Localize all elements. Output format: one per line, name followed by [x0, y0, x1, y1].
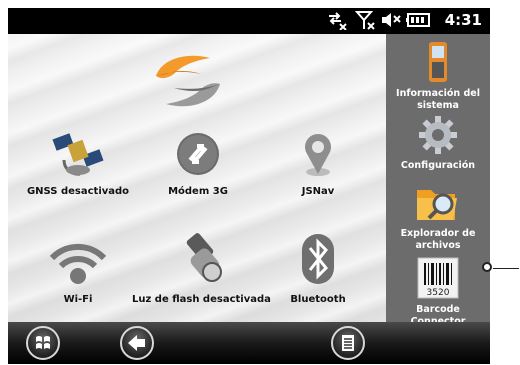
callout-marker — [482, 262, 492, 272]
map-pin-icon — [305, 134, 331, 176]
bluetooth-icon — [302, 234, 334, 284]
app-label: Bluetooth — [290, 294, 346, 305]
app-label: JSNav — [301, 186, 335, 197]
battery-icon[interactable] — [406, 10, 432, 30]
side-item-system-info[interactable]: Información del sistema — [386, 40, 490, 112]
signal-off-icon[interactable] — [355, 10, 375, 30]
side-label-line1: Explorador de — [400, 228, 476, 239]
status-bar: 4:31 — [8, 8, 490, 34]
side-item-barcode-connector[interactable]: 3520 Barcode Connector — [386, 256, 490, 328]
side-label-line2: sistema — [417, 100, 459, 111]
app-logo-icon — [156, 55, 220, 107]
app-wifi[interactable]: Wi-Fi — [23, 234, 133, 305]
modem-3g-icon — [177, 133, 219, 175]
barcode-number: 3520 — [427, 288, 450, 298]
side-item-file-explorer[interactable]: Explorador de archivos — [386, 182, 490, 252]
back-button[interactable] — [120, 326, 154, 360]
taskbar — [8, 322, 490, 364]
barcode-icon: 3520 — [417, 257, 459, 299]
speaker-muted-icon[interactable] — [380, 10, 402, 30]
app-modem-3g[interactable]: Módem 3G — [143, 130, 253, 197]
app-label: Luz de flash desactivada — [132, 294, 271, 305]
side-label-line1: Barcode — [416, 304, 460, 315]
app-flashlight[interactable]: Luz de flash desactivada — [132, 232, 271, 305]
gear-icon — [419, 116, 457, 154]
wifi-icon — [49, 243, 107, 284]
windows-start-icon — [36, 336, 50, 349]
app-label: Wi-Fi — [63, 294, 93, 305]
app-gnss[interactable]: GNSS desactivado — [23, 130, 133, 197]
side-panel: Información del sistema Configuración Ex… — [386, 34, 490, 327]
sync-disconnected-icon[interactable] — [326, 10, 348, 30]
side-label-line2: archivos — [415, 240, 461, 251]
menu-button[interactable] — [331, 326, 365, 360]
app-bluetooth[interactable]: Bluetooth — [263, 232, 373, 305]
start-button[interactable] — [26, 326, 60, 360]
app-label: Módem 3G — [168, 186, 228, 197]
side-label-line1: Configuración — [400, 160, 476, 171]
satellite-icon — [52, 133, 104, 176]
status-time: 4:31 — [444, 11, 482, 29]
callout-line — [493, 268, 519, 269]
back-arrow-icon — [128, 335, 145, 351]
launcher-area: GNSS desactivado Módem 3G JSNav Wi-Fi Lu… — [8, 34, 386, 322]
side-label-line1: Información del — [396, 88, 480, 99]
flashlight-icon — [186, 233, 222, 282]
app-label: GNSS desactivado — [26, 186, 130, 197]
device-info-icon — [429, 42, 447, 82]
side-item-settings[interactable]: Configuración — [386, 114, 490, 172]
folder-search-icon — [417, 190, 457, 220]
device-screen: 4:31 GNSS desactivado Módem 3G JSNav Wi-… — [8, 8, 490, 364]
menu-icon — [342, 335, 354, 351]
app-jsnav[interactable]: JSNav — [263, 130, 373, 197]
